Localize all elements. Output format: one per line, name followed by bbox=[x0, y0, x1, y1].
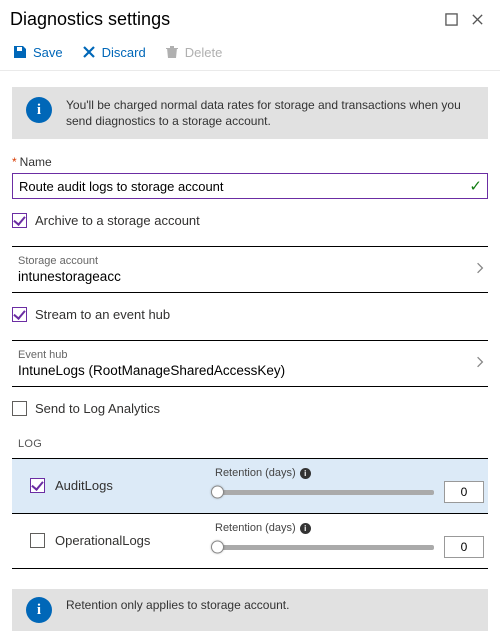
archive-label: Archive to a storage account bbox=[35, 213, 200, 228]
log-row[interactable]: AuditLogsRetention (days)i bbox=[12, 459, 488, 513]
retention-label: Retention (days)i bbox=[215, 522, 484, 534]
stream-checkbox[interactable] bbox=[12, 307, 27, 322]
retention-slider[interactable] bbox=[215, 490, 434, 495]
log-analytics-checkbox[interactable] bbox=[12, 401, 27, 416]
save-button[interactable]: Save bbox=[12, 44, 63, 60]
retention-notice: i Retention only applies to storage acco… bbox=[12, 589, 488, 631]
event-hub-value: IntuneLogs (RootManageSharedAccessKey) bbox=[18, 363, 476, 378]
log-name: OperationalLogs bbox=[55, 533, 215, 548]
log-rows: AuditLogsRetention (days)iOperationalLog… bbox=[12, 459, 488, 569]
event-hub-label: Event hub bbox=[18, 349, 476, 361]
discard-label: Discard bbox=[102, 45, 146, 60]
log-checkbox[interactable] bbox=[30, 478, 45, 493]
retention-slider[interactable] bbox=[215, 545, 434, 550]
storage-account-label: Storage account bbox=[18, 255, 476, 267]
pricing-notice-text: You'll be charged normal data rates for … bbox=[66, 97, 474, 129]
chevron-right-icon bbox=[476, 261, 484, 278]
info-icon[interactable]: i bbox=[300, 468, 311, 479]
info-icon: i bbox=[26, 597, 52, 623]
expand-icon[interactable] bbox=[438, 6, 464, 32]
page-title: Diagnostics settings bbox=[10, 9, 438, 30]
log-name: AuditLogs bbox=[55, 478, 215, 493]
retention-label: Retention (days)i bbox=[215, 467, 484, 479]
validation-check-icon: ✓ bbox=[469, 177, 482, 195]
stream-checkbox-row[interactable]: Stream to an event hub bbox=[12, 307, 488, 322]
info-icon: i bbox=[26, 97, 52, 123]
storage-account-value: intunestorageacc bbox=[18, 269, 476, 284]
log-checkbox[interactable] bbox=[30, 533, 45, 548]
retention-notice-text: Retention only applies to storage accoun… bbox=[66, 597, 289, 613]
log-section-heading: LOG bbox=[18, 438, 488, 450]
save-icon bbox=[12, 44, 28, 60]
retention-input[interactable] bbox=[444, 536, 484, 558]
info-icon[interactable]: i bbox=[300, 523, 311, 534]
pricing-notice: i You'll be charged normal data rates fo… bbox=[12, 87, 488, 139]
stream-label: Stream to an event hub bbox=[35, 307, 170, 322]
log-analytics-checkbox-row[interactable]: Send to Log Analytics bbox=[12, 401, 488, 416]
storage-account-picker[interactable]: Storage account intunestorageacc bbox=[12, 247, 488, 293]
discard-button[interactable]: Discard bbox=[81, 44, 146, 60]
retention-input[interactable] bbox=[444, 481, 484, 503]
close-icon[interactable] bbox=[464, 6, 490, 32]
chevron-right-icon bbox=[476, 355, 484, 372]
archive-checkbox[interactable] bbox=[12, 213, 27, 228]
event-hub-picker[interactable]: Event hub IntuneLogs (RootManageSharedAc… bbox=[12, 341, 488, 387]
discard-icon bbox=[81, 44, 97, 60]
save-label: Save bbox=[33, 45, 63, 60]
archive-checkbox-row[interactable]: Archive to a storage account bbox=[12, 213, 488, 228]
delete-button[interactable]: Delete bbox=[164, 44, 223, 60]
delete-icon bbox=[164, 44, 180, 60]
delete-label: Delete bbox=[185, 45, 223, 60]
name-label: *Name bbox=[12, 155, 488, 169]
log-row[interactable]: OperationalLogsRetention (days)i bbox=[12, 514, 488, 568]
name-input[interactable] bbox=[12, 173, 488, 199]
log-analytics-label: Send to Log Analytics bbox=[35, 401, 160, 416]
